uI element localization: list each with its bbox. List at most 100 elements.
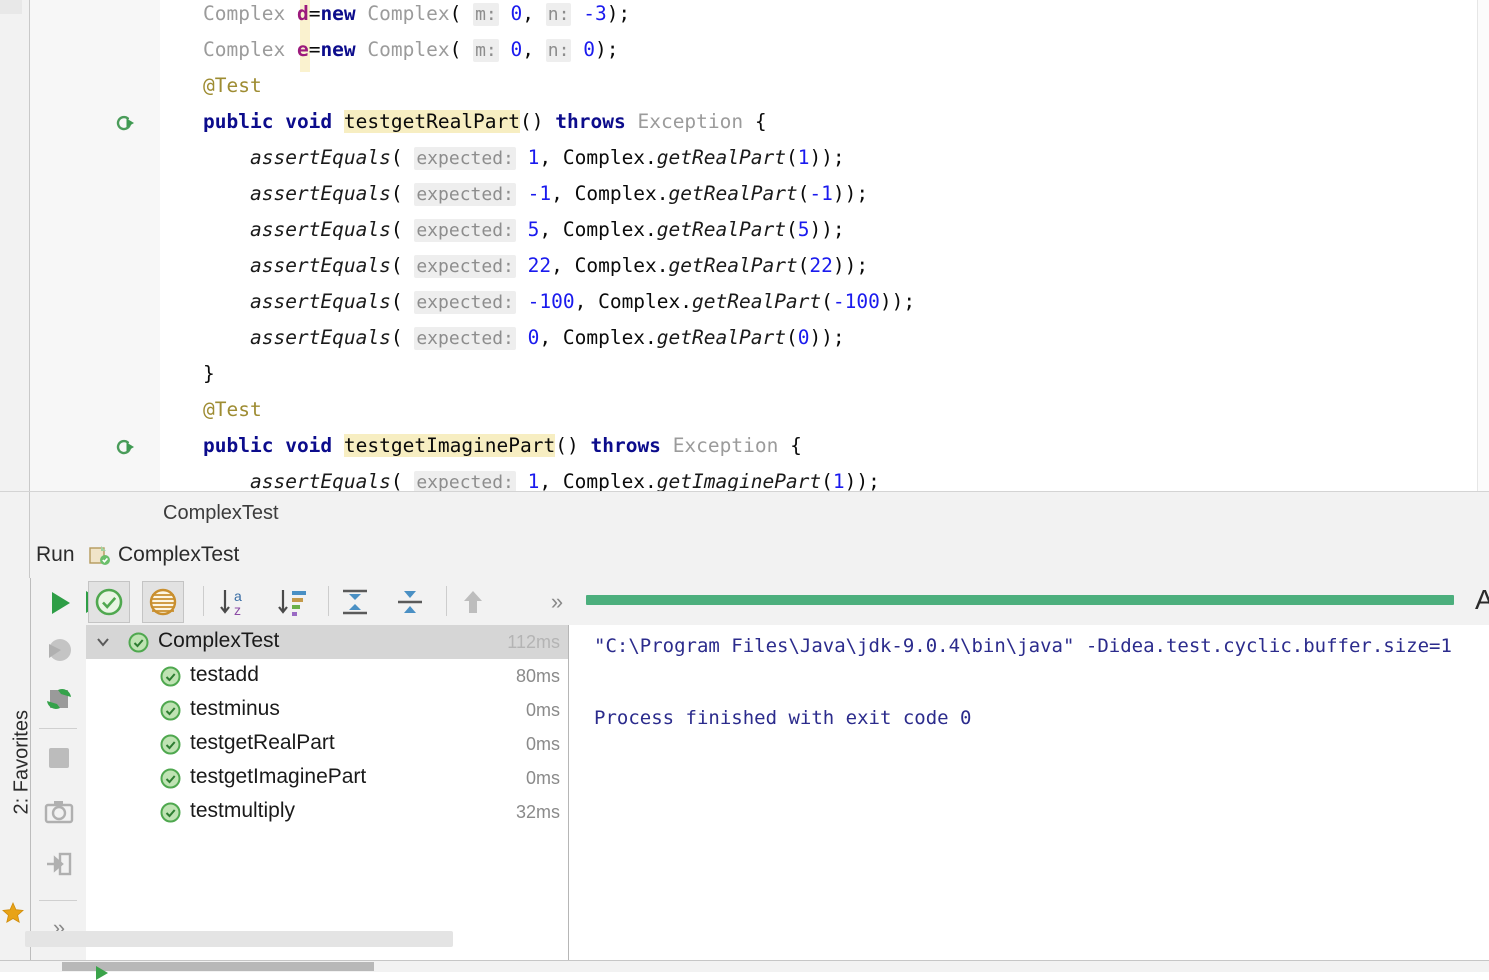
test-tree-row[interactable]: testminus 0ms — [86, 693, 568, 727]
number-token: -1 — [809, 182, 833, 205]
number-token: 0 — [583, 38, 595, 61]
console-line: Process finished with exit code 0 — [594, 707, 972, 729]
method-call-token: getImaginePart — [656, 470, 822, 491]
test-passed-icon — [160, 700, 181, 721]
parameter-hint: m: — [473, 39, 499, 62]
code-line: assertEquals( expected: 1, Complex.getIm… — [203, 470, 880, 491]
number-token: -1 — [527, 182, 552, 205]
breadcrumb-class-label[interactable]: ComplexTest — [163, 502, 279, 525]
run-configuration-name[interactable]: ComplexTest — [118, 543, 239, 567]
method-call-token: assertEquals — [249, 326, 391, 349]
previous-occurrence-button[interactable] — [452, 581, 494, 623]
stop-button[interactable] — [39, 738, 79, 778]
chevron-down-icon[interactable] — [94, 633, 112, 651]
code-line: @Test — [203, 74, 262, 97]
toolbar-more-button[interactable]: » — [536, 581, 578, 623]
test-method-name: testgetImaginePart — [190, 765, 367, 788]
console-line: "C:\Program Files\Java\jdk-9.0.4\bin\jav… — [594, 635, 1452, 657]
code-editor[interactable]: 9 10 11 12 13 14 15 16 17 18 19 20 21 22 — [0, 0, 1489, 491]
code-text-area[interactable]: Complex d=new Complex( m: 0, n: -3); Com… — [160, 0, 1478, 491]
test-tree-row[interactable]: testgetImaginePart 0ms — [86, 761, 568, 795]
taskbar-sliver — [62, 962, 374, 971]
method-call-token: assertEquals — [249, 470, 391, 491]
sort-alphabetically-button[interactable]: a z — [212, 581, 254, 623]
code-line: public void testgetImaginePart() throws … — [203, 434, 802, 457]
expand-all-button[interactable] — [334, 581, 376, 623]
method-call-token: getRealPart — [656, 146, 786, 169]
method-call-token: getRealPart — [692, 290, 822, 313]
method-call-token: assertEquals — [249, 182, 391, 205]
code-line: Complex e=new Complex( m: 0, n: 0); — [203, 38, 619, 62]
number-token: 1 — [527, 146, 540, 169]
number-token: 5 — [797, 218, 810, 241]
left-tool-window-bar: 2: Favorites — [0, 578, 33, 971]
test-passed-icon — [128, 632, 149, 653]
number-token: 0 — [510, 2, 523, 25]
run-test-gutter-icon[interactable] — [113, 435, 137, 459]
test-tree-root-row[interactable]: ComplexTest 112ms — [86, 625, 568, 659]
test-tree-row[interactable]: testmultiply 32ms — [86, 795, 568, 829]
star-icon — [1, 901, 25, 925]
code-line: assertEquals( expected: 1, Complex.getRe… — [249, 146, 845, 170]
sort-by-duration-button[interactable] — [270, 581, 312, 623]
parameter-hint: expected: — [414, 147, 516, 170]
test-progress-fill — [586, 595, 1454, 605]
run-test-gutter-icon[interactable] — [113, 111, 137, 135]
method-call-token: assertEquals — [249, 254, 391, 277]
method-call-token: assertEquals — [249, 218, 391, 241]
editor-error-stripe[interactable] — [1477, 0, 1489, 491]
parameter-hint: m: — [473, 3, 499, 26]
run-header-left-strip — [0, 534, 30, 578]
type-token: Exception — [637, 110, 744, 133]
console-output[interactable]: "C:\Program Files\Java\jdk-9.0.4\bin\jav… — [569, 625, 1489, 971]
toolbar-divider — [446, 586, 447, 616]
parameter-hint: expected: — [414, 255, 516, 278]
test-method-name: testadd — [190, 663, 259, 686]
export-button[interactable] — [39, 844, 79, 884]
test-tree-row[interactable]: testadd 80ms — [86, 659, 568, 693]
breadcrumb-bar[interactable]: ComplexTest — [0, 491, 1489, 536]
test-method-name: testminus — [190, 697, 280, 720]
type-token: Exception — [672, 434, 779, 457]
test-passed-icon — [160, 666, 181, 687]
test-method-name: testgetRealPart — [190, 731, 335, 754]
svg-text:z: z — [234, 602, 241, 618]
method-call-token: getRealPart — [656, 326, 786, 349]
annotation-token: @Test — [203, 398, 262, 421]
test-results-tree[interactable]: ComplexTest 112ms testadd 80ms testminus — [86, 625, 569, 971]
camera-icon[interactable] — [39, 792, 79, 832]
keyword-token: public — [203, 110, 274, 133]
rerun-failed-tests-button[interactable] — [39, 631, 79, 671]
annotation-token: @Test — [203, 74, 262, 97]
toolbar-divider — [39, 728, 77, 729]
test-class-name: ComplexTest — [158, 629, 280, 652]
keyword-token: void — [285, 434, 333, 457]
keyword-token: public — [203, 434, 274, 457]
test-duration: 112ms — [507, 632, 560, 652]
code-line: Complex d=new Complex( m: 0, n: -3); — [203, 2, 631, 26]
test-passed-icon — [160, 734, 181, 755]
test-duration: 0ms — [525, 734, 560, 754]
number-token: -100 — [832, 290, 880, 313]
test-passed-icon — [160, 768, 181, 789]
editor-left-strip — [0, 0, 30, 491]
variable-token: d — [296, 2, 309, 25]
number-token: 22 — [527, 254, 552, 277]
code-line: assertEquals( expected: -1, Complex.getR… — [249, 182, 869, 206]
test-tree-row[interactable]: testgetRealPart 0ms — [86, 727, 568, 761]
run-tool-window-header: Run ComplexTest — [0, 534, 1489, 579]
toolbar-divider — [328, 586, 329, 616]
console-horizontal-scrollbar[interactable] — [25, 931, 453, 947]
keyword-token: throws — [590, 434, 661, 457]
toggle-auto-test-button[interactable] — [39, 679, 79, 719]
test-duration: 80ms — [515, 666, 560, 686]
keyword-token: void — [285, 110, 333, 133]
show-ignored-tests-button[interactable] — [142, 581, 184, 623]
show-passed-tests-button[interactable] — [88, 581, 130, 623]
method-call-token: getRealPart — [656, 218, 786, 241]
parameter-hint: n: — [545, 3, 572, 26]
toolbar-divider — [203, 586, 204, 616]
keyword-token: throws — [555, 110, 626, 133]
parameter-hint: n: — [545, 39, 572, 62]
collapse-all-button[interactable] — [389, 581, 431, 623]
